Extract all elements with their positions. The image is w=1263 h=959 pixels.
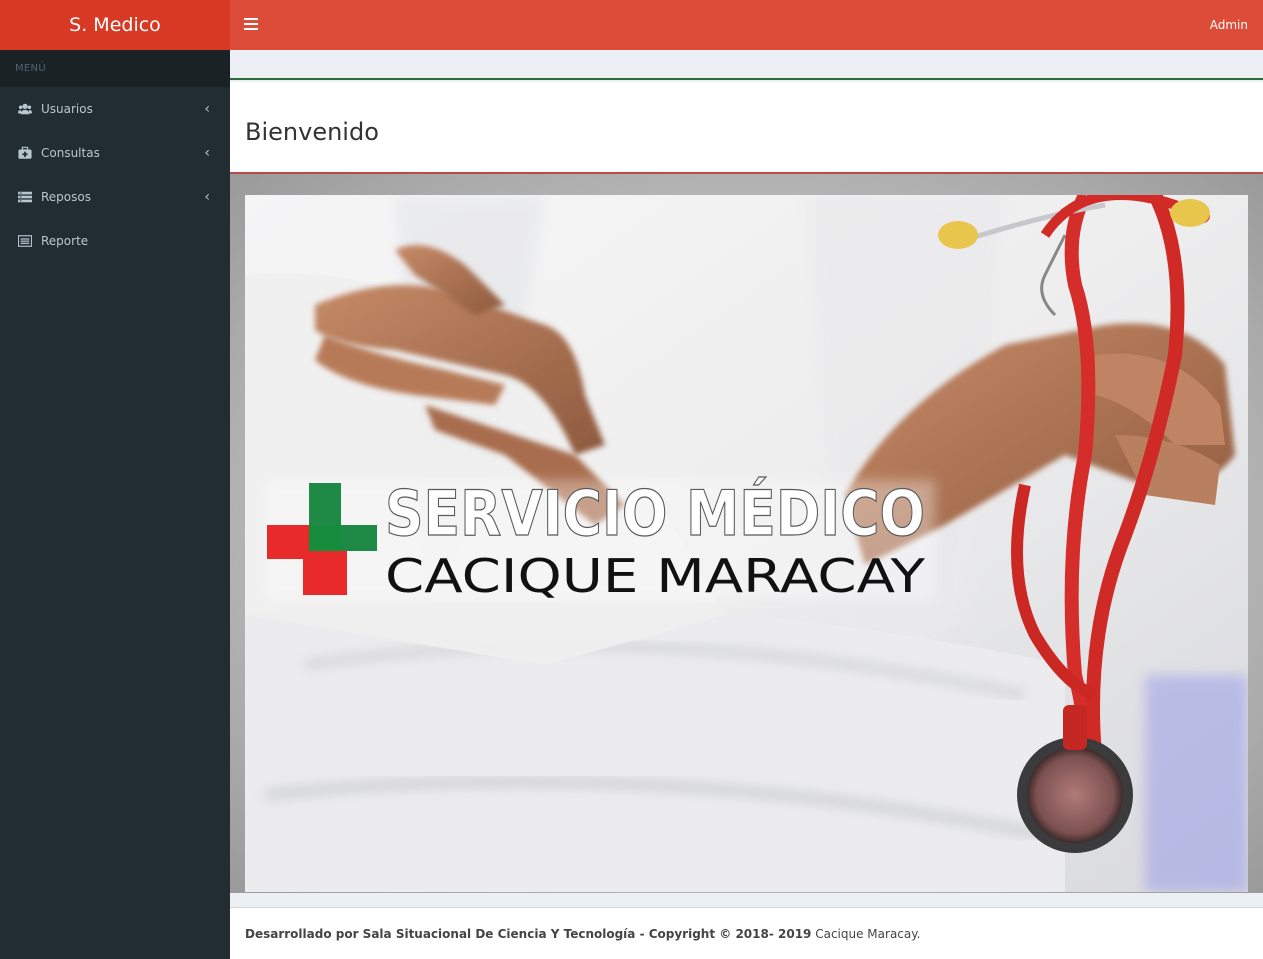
app-logo[interactable]: S. Medico xyxy=(0,0,230,50)
content-top-strip xyxy=(230,50,1263,80)
footer: Desarrollado por Sala Situacional De Cie… xyxy=(230,907,1263,959)
sidebar-item-reposos[interactable]: Reposos ‹ xyxy=(0,175,230,219)
sidebar-item-label: Reposos xyxy=(41,190,91,204)
banner-title-line1: SERVICIO MÉDICO xyxy=(385,477,925,550)
sidebar-item-reporte[interactable]: Reporte xyxy=(0,219,230,263)
user-menu[interactable]: Admin xyxy=(1210,0,1248,50)
sidebar-item-label: Reporte xyxy=(41,234,89,248)
chevron-left-icon: ‹ xyxy=(204,189,210,205)
report-icon xyxy=(18,235,32,247)
sidebar: MENÚ Usuarios ‹ Consultas ‹ Reposos ‹ Re… xyxy=(0,50,230,959)
sidebar-item-label: Usuarios xyxy=(41,102,93,116)
sidebar-item-label: Consultas xyxy=(41,146,100,160)
sidebar-header: MENÚ xyxy=(0,50,230,87)
sidebar-item-usuarios[interactable]: Usuarios ‹ xyxy=(0,87,230,131)
medkit-icon xyxy=(18,146,32,159)
page-title: Bienvenido xyxy=(245,118,379,146)
chevron-left-icon: ‹ xyxy=(204,101,210,117)
title-box: Bienvenido xyxy=(230,82,1263,174)
doctor-stethoscope-illustration: SERVICIO MÉDICO CACIQUE MARACAY xyxy=(245,195,1248,892)
top-navbar: Admin xyxy=(230,0,1263,50)
footer-credits: Desarrollado por Sala Situacional De Cie… xyxy=(245,927,812,941)
users-icon xyxy=(18,103,32,115)
footer-company: Cacique Maracay. xyxy=(811,927,921,941)
banner-title-line2: CACIQUE MARACAY xyxy=(385,549,926,603)
sidebar-item-consultas[interactable]: Consultas ‹ xyxy=(0,131,230,175)
chevron-left-icon: ‹ xyxy=(204,145,210,161)
list-icon xyxy=(18,191,32,203)
banner-area: SERVICIO MÉDICO CACIQUE MARACAY xyxy=(230,174,1263,893)
banner-image: SERVICIO MÉDICO CACIQUE MARACAY xyxy=(245,195,1248,892)
hamburger-menu-icon[interactable] xyxy=(244,18,258,31)
